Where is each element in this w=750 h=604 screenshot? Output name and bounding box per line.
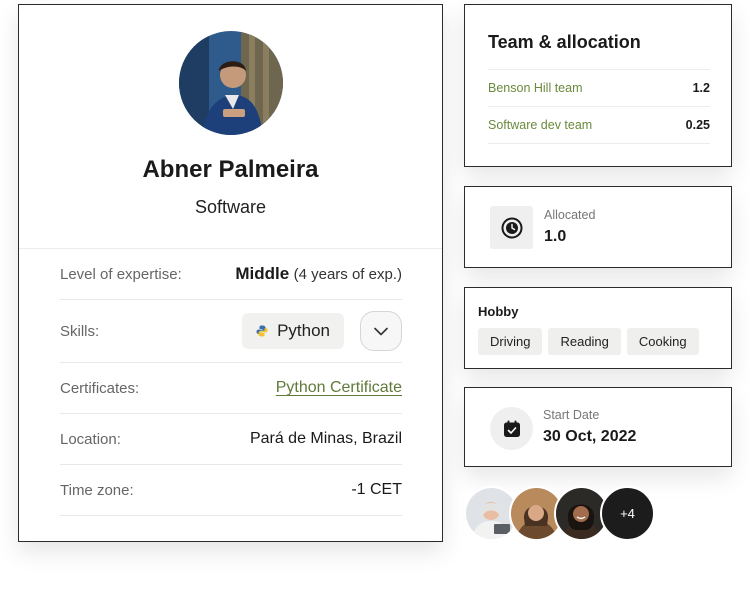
team-allocation-card: Team & allocation Benson Hill team 1.2 S… (464, 4, 732, 167)
hobby-chip[interactable]: Cooking (626, 328, 699, 355)
clock-icon (490, 206, 533, 249)
expertise-years: (4 years of exp.) (293, 266, 402, 283)
team-name: Benson Hill team (488, 81, 583, 95)
allocated-value: 1.0 (544, 228, 567, 245)
expertise-row: Level of expertise: Middle (4 years of e… (60, 249, 402, 300)
start-date-label: Start Date (543, 408, 600, 422)
skills-label: Skills: (60, 322, 100, 340)
python-icon (256, 325, 268, 337)
expertise-label: Level of expertise: (60, 265, 182, 283)
hobby-title: Hobby (478, 304, 519, 319)
timezone-label: Time zone: (60, 481, 134, 499)
profile-header: Abner Palmeira Software (19, 5, 442, 249)
skills-expand-button[interactable] (360, 311, 402, 351)
location-row: Location: Pará de Minas, Brazil (60, 414, 402, 465)
allocated-card: Allocated 1.0 (464, 186, 732, 268)
chevron-down-icon (374, 327, 388, 335)
certificates-row: Certificates: Python Certificate (60, 363, 402, 414)
team-name: Software dev team (488, 118, 593, 132)
team-title: Team & allocation (488, 32, 641, 52)
timezone-row: Time zone: -1 CET (60, 465, 402, 516)
profile-name: Abner Palmeira (142, 156, 319, 183)
start-date-card: Start Date 30 Oct, 2022 (464, 387, 732, 467)
skills-row: Skills: Python (60, 300, 402, 363)
expertise-level: Middle (235, 264, 290, 283)
certificate-link[interactable]: Python Certificate (276, 379, 402, 397)
team-row[interactable]: Benson Hill team 1.2 (488, 70, 710, 107)
profile-details: Level of expertise: Middle (4 years of e… (60, 249, 402, 516)
hobby-list: Driving Reading Cooking (478, 328, 699, 355)
profile-card: Abner Palmeira Software Level of experti… (18, 4, 443, 542)
profile-avatar (179, 31, 283, 135)
team-allocation-value: 0.25 (685, 118, 710, 132)
skills-list: Python (242, 311, 402, 351)
calendar-icon (490, 407, 533, 450)
skill-label: Python (277, 321, 330, 340)
more-avatars-badge[interactable]: +4 (600, 486, 655, 541)
location-value: Pará de Minas, Brazil (249, 430, 402, 447)
hobby-chip[interactable]: Driving (478, 328, 543, 355)
timezone-value: -1 CET (351, 481, 402, 498)
team-list: Benson Hill team 1.2 Software dev team 0… (488, 69, 710, 144)
hobby-chip[interactable]: Reading (548, 328, 621, 355)
start-date-value: 30 Oct, 2022 (543, 428, 637, 445)
skill-chip-python[interactable]: Python (242, 313, 344, 349)
profile-role: Software (194, 197, 267, 217)
expertise-value: Middle (4 years of exp.) (235, 264, 402, 284)
location-label: Location: (60, 430, 121, 448)
allocated-label: Allocated (544, 208, 596, 222)
team-allocation-value: 1.2 (692, 81, 710, 95)
team-row[interactable]: Software dev team 0.25 (488, 107, 710, 144)
hobby-card: Hobby Driving Reading Cooking (464, 287, 732, 369)
certificates-label: Certificates: (60, 379, 140, 397)
